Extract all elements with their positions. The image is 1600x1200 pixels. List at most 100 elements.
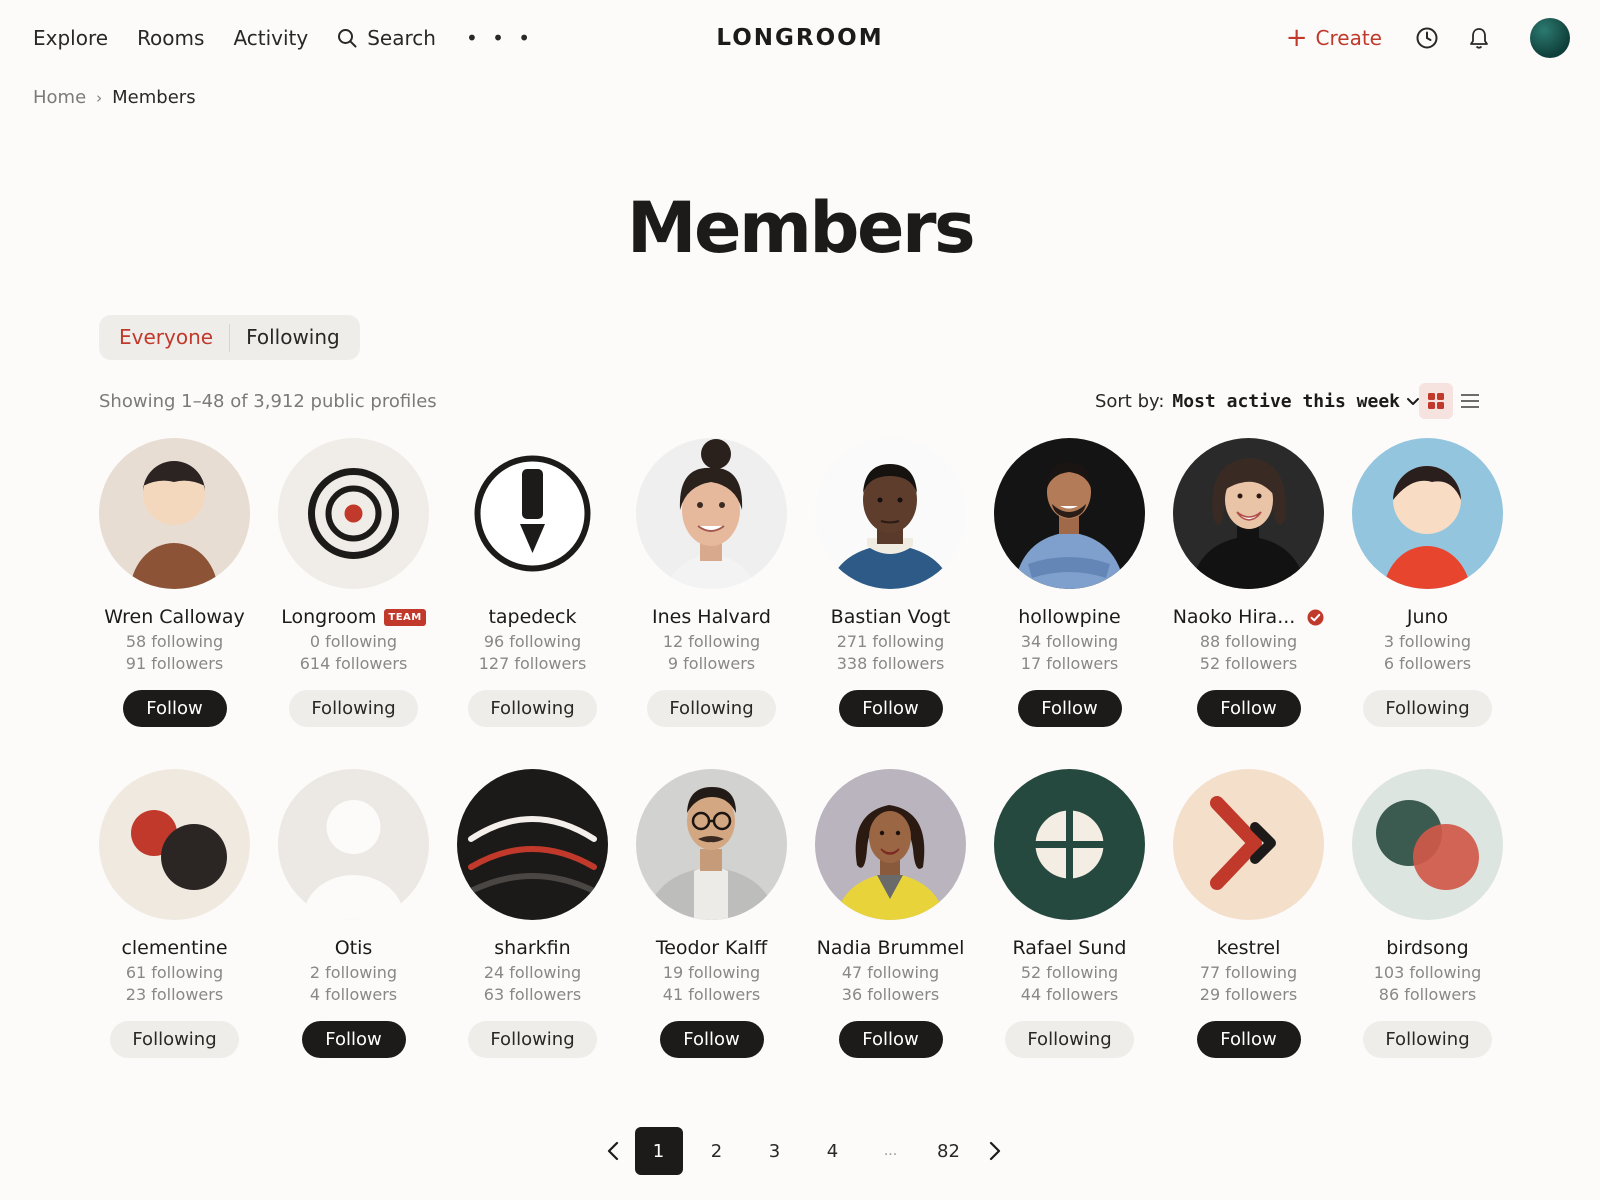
bell-icon[interactable] [1464, 23, 1494, 53]
member-card: Longroom TEAM 0 following 614 followers … [278, 438, 429, 727]
member-avatar[interactable] [99, 438, 250, 589]
followers-count: 9 followers [667, 654, 756, 673]
member-avatar[interactable] [1352, 769, 1503, 920]
chevron-left-icon[interactable] [596, 1128, 630, 1174]
following-count: 0 following [309, 632, 398, 651]
audience-filter: Everyone Following [99, 315, 360, 360]
following-count: 61 following [125, 963, 224, 982]
sort-dropdown[interactable]: Sort by: Most active this week [1095, 388, 1420, 416]
member-name[interactable]: Nadia Brummel [817, 935, 965, 961]
breadcrumb-home[interactable]: Home [33, 84, 86, 112]
member-name[interactable]: kestrel [1217, 935, 1281, 961]
list-view-icon[interactable] [1453, 383, 1487, 419]
page-ellipsis: ... [883, 1143, 898, 1159]
follow-button[interactable]: Follow [659, 1021, 764, 1058]
member-avatar[interactable] [1173, 438, 1324, 589]
search-icon [338, 29, 357, 48]
page-2[interactable]: 2 [693, 1127, 741, 1175]
following-button[interactable]: Following [110, 1021, 239, 1058]
member-name[interactable]: birdsong [1386, 935, 1469, 961]
follow-button[interactable]: Follow [1196, 1021, 1301, 1058]
member-avatar[interactable] [815, 769, 966, 920]
page-title: Members [626, 187, 976, 269]
follow-button[interactable]: Follow [1017, 690, 1122, 727]
following-count: 2 following [309, 963, 398, 982]
member-name[interactable]: Otis [335, 935, 373, 961]
breadcrumb-current: Members [112, 87, 196, 108]
following-button[interactable]: Following [289, 690, 418, 727]
member-avatar[interactable] [278, 438, 429, 589]
member-name[interactable]: hollowpine [1018, 604, 1120, 630]
grid-view-icon[interactable] [1419, 383, 1453, 419]
followers-count: 17 followers [1020, 654, 1119, 673]
member-avatar[interactable] [636, 769, 787, 920]
member-name[interactable]: tapedeck [488, 604, 576, 630]
following-button[interactable]: Following [468, 690, 597, 727]
create-button[interactable]: + Create [1285, 23, 1382, 53]
member-avatar[interactable] [994, 438, 1145, 589]
nav-activity[interactable]: Activity [233, 22, 308, 54]
follow-button[interactable]: Follow [838, 690, 943, 727]
followers-count: 127 followers [478, 654, 587, 673]
following-button[interactable]: Following [647, 690, 776, 727]
member-card: sharkfin 24 following 63 followers Follo… [457, 769, 608, 1058]
following-button[interactable]: Following [1363, 690, 1492, 727]
nav-actions: + Create [1286, 16, 1570, 60]
breadcrumb-separator: › [96, 89, 103, 107]
nav-explore[interactable]: Explore [33, 22, 108, 54]
member-name[interactable]: Longroom [281, 604, 376, 630]
member-avatar[interactable] [815, 438, 966, 589]
nav-rooms[interactable]: Rooms [137, 22, 204, 54]
sort-label: Sort by: [1094, 391, 1165, 412]
plus-icon: + [1285, 23, 1308, 53]
member-card: Nadia Brummel 47 following 36 followers … [815, 769, 966, 1058]
followers-count: 614 followers [299, 654, 408, 673]
member-card: Otis 2 following 4 followers Follow [278, 769, 429, 1058]
member-avatar[interactable] [457, 438, 608, 589]
member-avatar[interactable] [99, 769, 250, 920]
filter-everyone[interactable]: Everyone [103, 315, 229, 360]
member-card: Ines Halvard 12 following 9 followers Fo… [636, 438, 787, 727]
member-avatar[interactable] [636, 438, 787, 589]
page-1[interactable]: 1 [634, 1127, 683, 1175]
page-last[interactable]: 82 [925, 1127, 973, 1175]
follow-button[interactable]: Follow [838, 1021, 943, 1058]
member-name[interactable]: Wren Calloway [104, 604, 245, 630]
member-card: Naoko Hira... 88 following 52 followers … [1173, 438, 1324, 727]
member-avatar[interactable] [278, 769, 429, 920]
followers-count: 52 followers [1199, 654, 1298, 673]
following-button[interactable]: Following [1005, 1021, 1134, 1058]
member-avatar[interactable] [1352, 438, 1503, 589]
following-count: 47 following [841, 963, 940, 982]
pagination: 1 2 3 4 ... 82 [0, 1127, 1600, 1175]
nav-search[interactable]: Search [337, 22, 436, 54]
filter-following[interactable]: Following [230, 315, 356, 360]
pager: 1 2 3 4 ... 82 [596, 1127, 1012, 1175]
member-name[interactable]: Teodor Kalff [656, 935, 767, 961]
follow-button[interactable]: Follow [122, 690, 227, 727]
member-avatar[interactable] [1173, 769, 1324, 920]
member-name[interactable]: Naoko Hira... [1173, 604, 1296, 630]
member-card: Juno 3 following 6 followers Following [1352, 438, 1503, 727]
member-name[interactable]: Bastian Vogt [831, 604, 951, 630]
chevron-down-icon [1407, 398, 1419, 405]
followers-count: 41 followers [662, 985, 761, 1004]
followers-count: 6 followers [1383, 654, 1472, 673]
chevron-right-icon[interactable] [978, 1128, 1012, 1174]
follow-button[interactable]: Follow [1196, 690, 1301, 727]
member-avatar[interactable] [994, 769, 1145, 920]
member-name[interactable]: clementine [121, 935, 227, 961]
member-name[interactable]: Ines Halvard [652, 604, 771, 630]
follow-button[interactable]: Follow [301, 1021, 406, 1058]
following-button[interactable]: Following [1363, 1021, 1492, 1058]
page-3[interactable]: 3 [751, 1127, 799, 1175]
avatar[interactable] [1530, 18, 1570, 58]
history-icon[interactable] [1412, 23, 1442, 53]
member-name[interactable]: Rafael Sund [1013, 935, 1127, 961]
following-button[interactable]: Following [468, 1021, 597, 1058]
member-name[interactable]: Juno [1407, 604, 1448, 630]
page-4[interactable]: 4 [809, 1127, 857, 1175]
member-name[interactable]: sharkfin [494, 935, 570, 961]
more-icon[interactable]: • • • [466, 22, 534, 54]
member-avatar[interactable] [457, 769, 608, 920]
